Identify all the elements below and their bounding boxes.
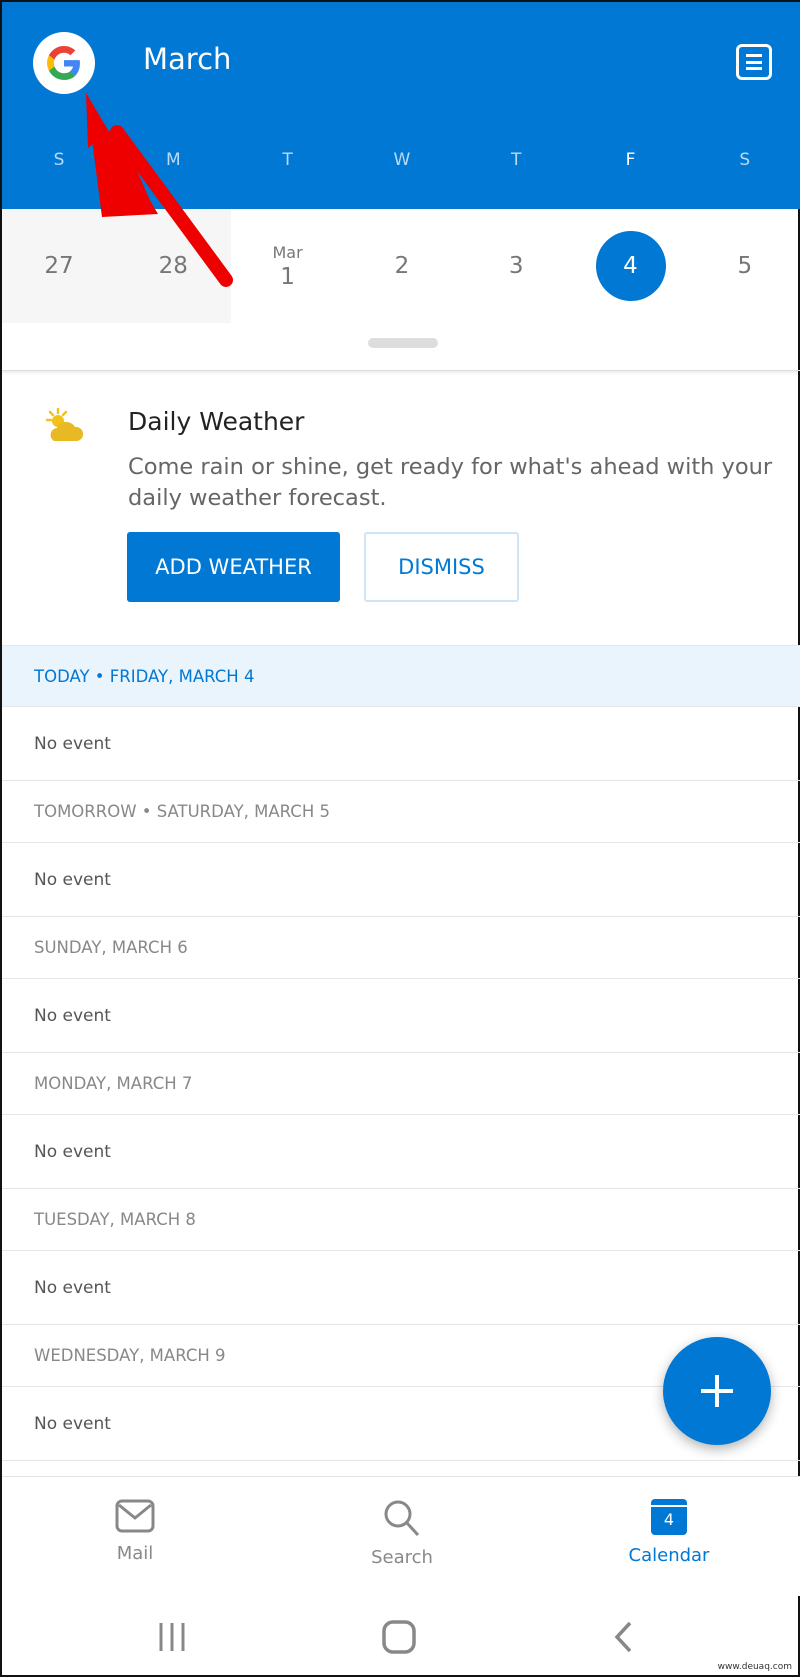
weekday-label: S — [53, 150, 65, 170]
day-header: TOMORROW • SATURDAY, MARCH 5 — [2, 781, 800, 843]
weather-description: Come rain or shine, get ready for what's… — [128, 454, 773, 511]
day-header: SUNDAY, MARCH 6 — [2, 917, 800, 979]
weekday-label: T — [282, 150, 293, 170]
dismiss-button[interactable]: DISMISS — [364, 532, 519, 602]
date-cell[interactable]: 2 — [345, 209, 459, 323]
tab-label: Search — [371, 1547, 433, 1568]
tab-label: Calendar — [628, 1545, 710, 1566]
month-title[interactable]: March — [143, 42, 231, 76]
tab-search[interactable]: Search — [269, 1477, 535, 1597]
partly-sunny-icon — [44, 407, 86, 451]
date-number: 27 — [44, 253, 74, 279]
weekday-label: T — [510, 150, 522, 170]
account-button[interactable] — [33, 32, 95, 94]
date-number: 5 — [737, 253, 753, 279]
list-item[interactable]: No event — [2, 843, 800, 917]
agenda-list: TODAY • FRIDAY, MARCH 4 No event TOMORROW … — [2, 645, 800, 1461]
week-strip: 27 28 Mar 1 2 3 4 5 — [2, 209, 800, 371]
home-icon[interactable] — [382, 1620, 416, 1654]
watermark: www.deuaq.com — [717, 1662, 792, 1672]
search-icon — [384, 1500, 420, 1537]
calendar-icon: 4 — [651, 1499, 687, 1535]
date-number: 3 — [508, 253, 524, 279]
weather-title: Daily Weather — [128, 407, 305, 436]
tab-calendar[interactable]: 4 Calendar — [536, 1477, 800, 1597]
google-g-icon — [47, 46, 80, 80]
recent-apps-icon[interactable] — [157, 1620, 187, 1654]
weekday-label: S — [739, 150, 751, 170]
selected-date: 4 — [595, 231, 666, 301]
weekday-label: M — [165, 150, 181, 170]
new-event-button[interactable] — [663, 1337, 771, 1445]
weekday-label: F — [625, 150, 636, 170]
menu-list-icon[interactable] — [736, 44, 772, 80]
day-header: MONDAY, MARCH 7 — [2, 1053, 800, 1115]
system-nav-bar — [2, 1596, 800, 1679]
bottom-nav: Mail Search 4 Calendar — [2, 1476, 800, 1596]
mail-icon — [115, 1499, 155, 1533]
day-header: TODAY • FRIDAY, MARCH 4 — [2, 645, 800, 707]
date-number: 2 — [394, 253, 410, 279]
date-cell[interactable]: 3 — [459, 209, 573, 323]
month-label: Mar — [272, 242, 303, 262]
date-cell[interactable]: 28 — [116, 209, 230, 323]
expand-handle[interactable] — [368, 338, 438, 348]
app-header: March S M T W T F S — [2, 2, 800, 209]
list-item[interactable]: No event — [2, 707, 800, 781]
list-item[interactable]: No event — [2, 1115, 800, 1189]
tab-label: Mail — [116, 1543, 154, 1564]
date-cell[interactable]: Mar 1 — [231, 209, 345, 323]
plus-icon — [701, 1375, 733, 1407]
date-cell[interactable]: 4 — [574, 209, 688, 323]
list-item[interactable]: No event — [2, 979, 800, 1053]
add-weather-button[interactable]: ADD WEATHER — [127, 532, 340, 602]
calendar-badge: 4 — [663, 1509, 675, 1529]
day-header: TUESDAY, MARCH 8 — [2, 1189, 800, 1251]
list-item[interactable]: No event — [2, 1251, 800, 1325]
back-icon[interactable] — [612, 1620, 634, 1654]
date-cell[interactable]: 5 — [688, 209, 800, 323]
date-cell[interactable]: 27 — [2, 209, 116, 323]
date-number: 1 — [280, 263, 295, 290]
tab-mail[interactable]: Mail — [2, 1477, 268, 1597]
weekday-label: W — [393, 150, 411, 170]
date-number: 28 — [158, 253, 188, 279]
